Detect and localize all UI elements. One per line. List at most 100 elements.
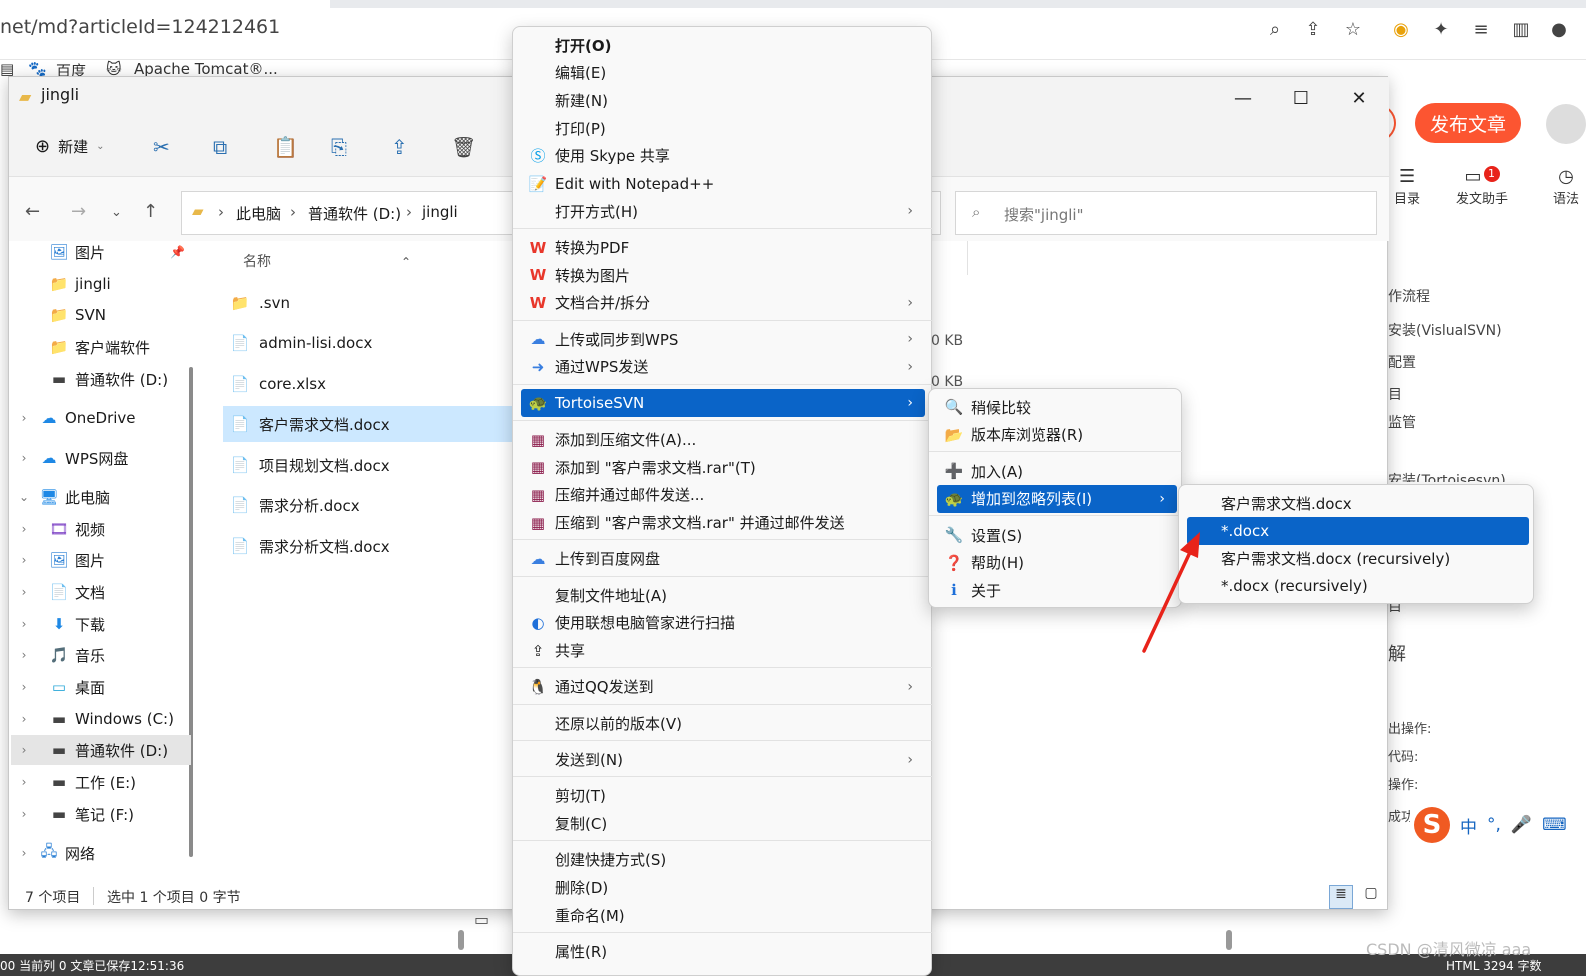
menu-item[interactable]: ▦ 添加到压缩文件(A)... bbox=[521, 426, 925, 454]
back-arrow-icon[interactable]: ← bbox=[25, 201, 40, 222]
copy-icon[interactable]: ⧉ bbox=[213, 135, 227, 159]
file-row[interactable]: 📄 admin-lisi.docx bbox=[223, 325, 523, 361]
avatar[interactable] bbox=[1546, 104, 1586, 144]
chevron-icon[interactable]: › bbox=[11, 617, 37, 631]
menu-item[interactable]: *.docx (recursively) bbox=[1187, 572, 1529, 600]
sidebar-item[interactable]: 📁 SVN bbox=[11, 300, 191, 330]
share-icon[interactable]: ⇪ bbox=[1300, 16, 1326, 42]
share-icon[interactable]: ⇪ bbox=[391, 135, 408, 159]
sidebar-item[interactable]: ⌄ 🖥 此电脑 bbox=[11, 482, 191, 512]
sidebar-item[interactable]: › ☁ WPS网盘 bbox=[11, 443, 191, 473]
profile-icon[interactable]: ● bbox=[1546, 16, 1572, 42]
reading-list-icon[interactable]: ≡ bbox=[1468, 16, 1494, 42]
scroll-handle[interactable] bbox=[458, 930, 464, 950]
sidebar-item[interactable]: › 🎞 视频 bbox=[11, 514, 191, 544]
menu-item[interactable]: 客户需求文档.docx bbox=[1187, 489, 1529, 517]
menu-item[interactable]: ▦ 压缩并通过邮件发送... bbox=[521, 481, 925, 509]
forward-arrow-icon[interactable]: → bbox=[71, 201, 86, 222]
menu-item[interactable]: 打开方式(H) › bbox=[521, 197, 925, 225]
file-row[interactable]: 📄 需求分析.docx bbox=[223, 487, 523, 523]
sogou-ime-bar[interactable]: S 中 °, 🎤 ⌨ bbox=[1410, 803, 1586, 847]
toc-button[interactable]: ☰ 目录 bbox=[1394, 166, 1420, 207]
chrome-icon[interactable]: ◉ bbox=[1388, 16, 1414, 42]
column-header-name[interactable]: 名称 ⌃ bbox=[243, 251, 411, 271]
menu-item[interactable]: 新建(N) bbox=[521, 86, 925, 114]
chevron-icon[interactable]: › bbox=[11, 585, 37, 599]
sidebar-icon[interactable]: ▥ bbox=[1508, 16, 1534, 42]
menu-item[interactable]: 🐢 TortoiseSVN › bbox=[521, 389, 925, 418]
menu-item[interactable]: ⇪ 共享 bbox=[521, 637, 925, 665]
menu-item[interactable]: 剪切(T) bbox=[521, 782, 925, 810]
breadcrumb-this-pc[interactable]: 此电脑 bbox=[236, 203, 281, 224]
menu-item[interactable]: W 转换为PDF bbox=[521, 234, 925, 262]
file-row[interactable]: 📁 .svn bbox=[223, 285, 523, 321]
publish-article-button[interactable]: 发布文章 bbox=[1415, 103, 1521, 143]
menu-item[interactable]: 🔍 稍候比较 bbox=[937, 393, 1177, 421]
rename-icon[interactable]: ⎘ bbox=[331, 135, 347, 159]
sidebar-item[interactable]: › ▬ 工作 (E:) bbox=[11, 767, 191, 797]
menu-item[interactable]: ☁ 上传或同步到WPS › bbox=[521, 325, 925, 353]
keyboard-icon[interactable]: ⌨ bbox=[1542, 815, 1567, 835]
menu-item[interactable]: 📂 版本库浏览器(R) bbox=[937, 421, 1177, 449]
search-box[interactable]: ⌕ 搜索"jingli" bbox=[955, 191, 1377, 235]
sidebar-item[interactable]: › 🎵 音乐 bbox=[11, 640, 191, 670]
menu-item[interactable]: 发送到(N) › bbox=[521, 746, 925, 774]
file-row[interactable]: 📄 core.xlsx bbox=[223, 366, 523, 402]
chevron-icon[interactable]: › bbox=[11, 775, 37, 789]
sidebar-item[interactable]: › ▭ 桌面 bbox=[11, 672, 191, 702]
sidebar-item[interactable]: 📁 客户端软件 bbox=[11, 332, 191, 362]
grammar-button[interactable]: ◷ 语法 bbox=[1546, 166, 1586, 207]
menu-item[interactable]: ➕ 加入(A) bbox=[937, 457, 1177, 485]
file-row[interactable]: 📄 需求分析文档.docx bbox=[223, 528, 523, 564]
star-icon[interactable]: ☆ bbox=[1340, 16, 1366, 42]
column-divider[interactable] bbox=[967, 241, 968, 275]
chevron-icon[interactable]: › bbox=[11, 451, 37, 465]
chevron-icon[interactable]: › bbox=[11, 807, 37, 821]
sidebar-item[interactable]: › ☁ OneDrive bbox=[11, 403, 191, 433]
up-arrow-icon[interactable]: ↑ bbox=[143, 201, 158, 222]
minimize-button[interactable]: — bbox=[1223, 83, 1263, 113]
menu-item[interactable]: 创建快捷方式(S) bbox=[521, 846, 925, 874]
menu-item[interactable]: Ⓢ 使用 Skype 共享 bbox=[521, 142, 925, 170]
file-row[interactable]: 📄 客户需求文档.docx bbox=[223, 406, 523, 442]
chevron-icon[interactable]: › bbox=[11, 680, 37, 694]
sidebar-item[interactable]: › ▬ 笔记 (F:) bbox=[11, 799, 191, 829]
sidebar-item[interactable]: › ▬ Windows (C:) bbox=[11, 704, 191, 734]
paste-icon[interactable]: 📋 bbox=[273, 135, 298, 159]
menu-item[interactable]: 编辑(E) bbox=[521, 59, 925, 87]
chevron-icon[interactable]: › bbox=[11, 648, 37, 662]
menu-item[interactable]: 删除(D) bbox=[521, 874, 925, 902]
menu-item[interactable]: ▦ 压缩到 "客户需求文档.rar" 并通过邮件发送 bbox=[521, 509, 925, 537]
chevron-icon[interactable]: › bbox=[11, 411, 37, 425]
breadcrumb-folder[interactable]: jingli bbox=[422, 203, 458, 221]
new-button[interactable]: ⊕ 新建 ⌄ bbox=[35, 136, 105, 157]
menu-item[interactable]: 打印(P) bbox=[521, 114, 925, 142]
chevron-icon[interactable]: › bbox=[11, 522, 37, 536]
sidebar-item[interactable]: 📁 jingli bbox=[11, 269, 191, 299]
menu-item[interactable]: ◐ 使用联想电脑管家进行扫描 bbox=[521, 609, 925, 637]
sidebar-item[interactable]: › ⬇ 下载 bbox=[11, 609, 191, 639]
menu-item[interactable]: 重命名(M) bbox=[521, 901, 925, 929]
sidebar-item[interactable]: ▬ 普通软件 (D:) bbox=[11, 364, 191, 394]
cut-icon[interactable]: ✂ bbox=[153, 135, 170, 159]
menu-item[interactable]: ☁ 上传到百度网盘 bbox=[521, 545, 925, 573]
menu-item[interactable]: 打开(O) bbox=[521, 31, 925, 59]
delete-icon[interactable]: 🗑 bbox=[451, 135, 476, 159]
chevron-icon[interactable]: › bbox=[11, 743, 37, 757]
pin-icon[interactable]: 📌 bbox=[170, 245, 185, 259]
menu-item[interactable]: *.docx bbox=[1187, 516, 1529, 545]
menu-item[interactable]: ▦ 添加到 "客户需求文档.rar"(T) bbox=[521, 453, 925, 481]
menu-item[interactable]: 复制(C) bbox=[521, 810, 925, 838]
menu-item[interactable]: 还原以前的版本(V) bbox=[521, 709, 925, 737]
chevron-icon[interactable]: › bbox=[11, 553, 37, 567]
menu-item[interactable]: 复制文件地址(A) bbox=[521, 581, 925, 609]
maximize-button[interactable]: ☐ bbox=[1281, 83, 1321, 113]
zoom-icon[interactable]: ⌕ bbox=[1262, 16, 1288, 42]
scroll-handle[interactable] bbox=[1226, 930, 1232, 950]
menu-item[interactable]: W 转换为图片 bbox=[521, 261, 925, 289]
sidebar-item[interactable]: › 🖧 网络 bbox=[11, 838, 191, 868]
sidebar-item[interactable]: › ▬ 普通软件 (D:) bbox=[11, 735, 191, 765]
menu-item[interactable]: 客户需求文档.docx (recursively) bbox=[1187, 544, 1529, 572]
breadcrumb-drive[interactable]: 普通软件 (D:) bbox=[308, 203, 401, 224]
tiles-view-icon[interactable]: ▢ bbox=[1359, 885, 1383, 909]
